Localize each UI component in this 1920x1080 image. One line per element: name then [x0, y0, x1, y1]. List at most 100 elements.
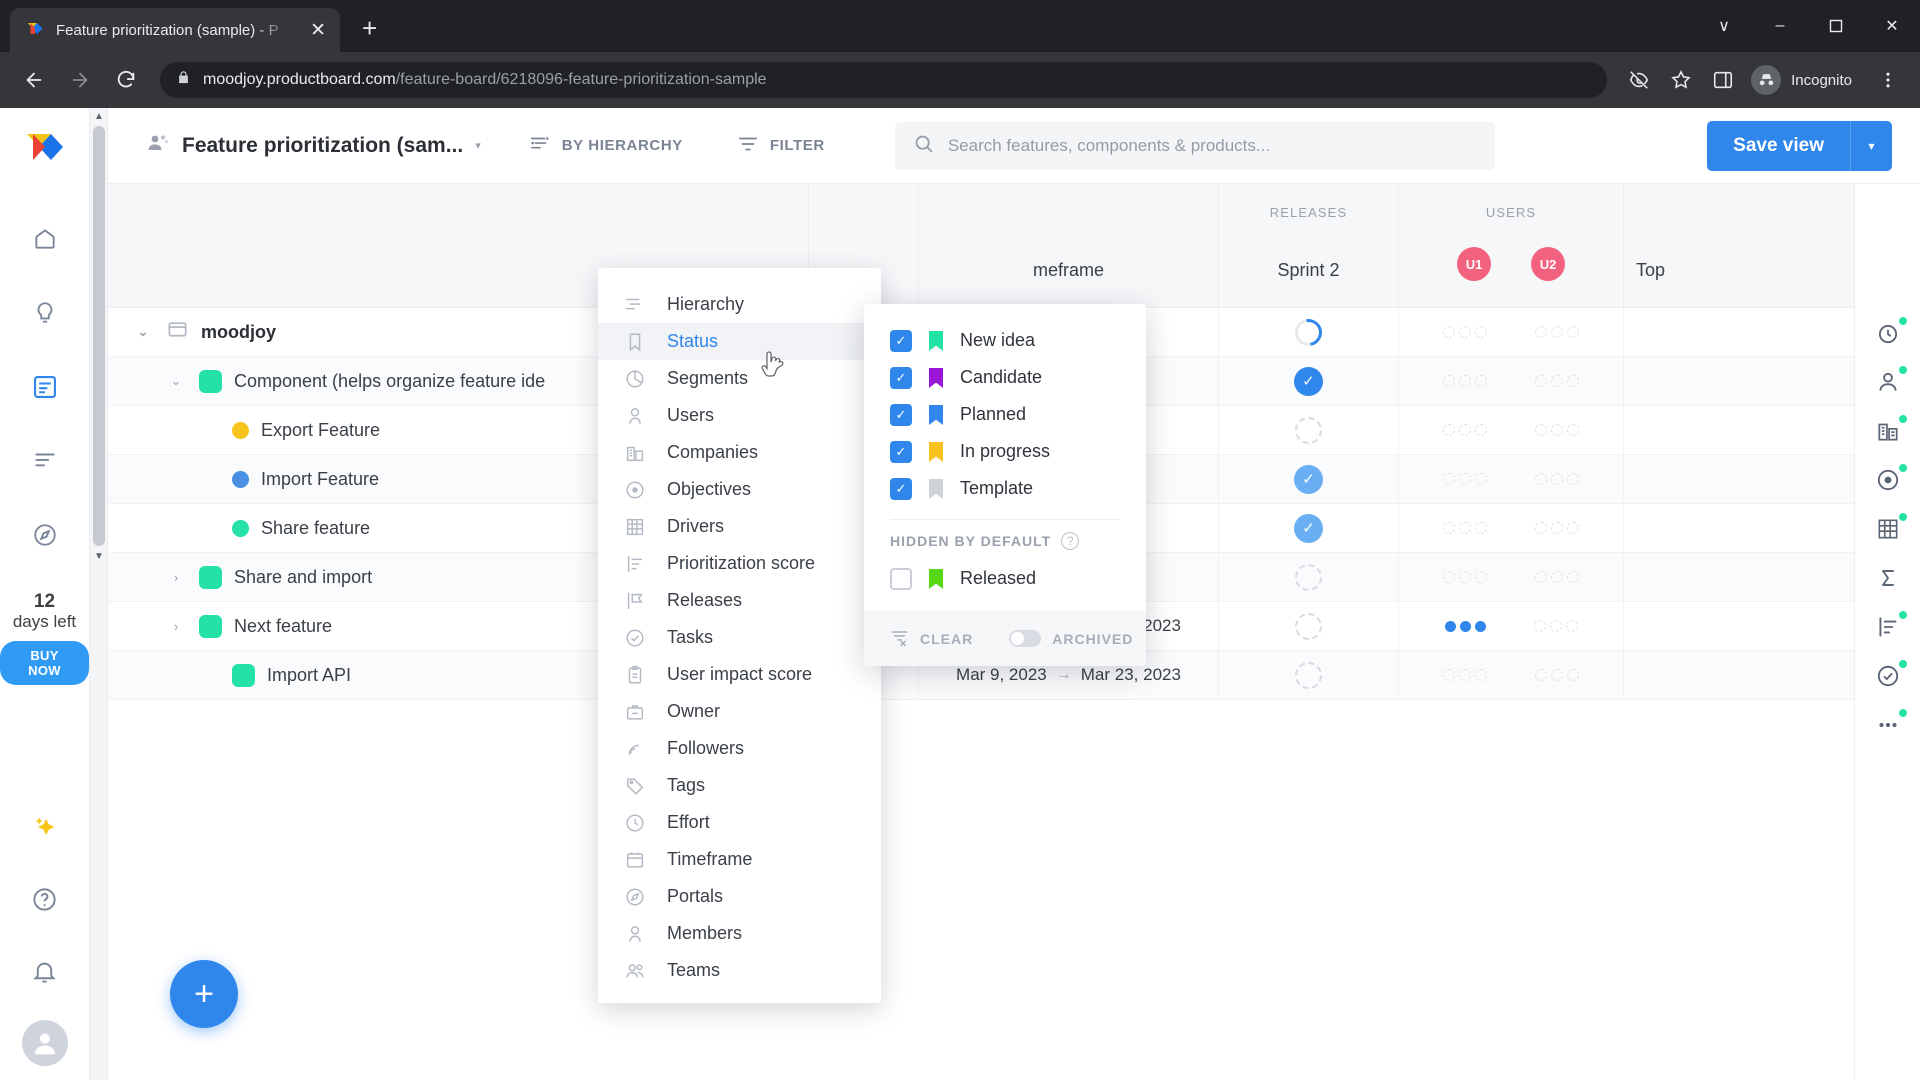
prioritization-score-icon[interactable] [1855, 602, 1920, 651]
side-panel-icon[interactable] [1705, 62, 1741, 98]
close-icon[interactable]: ✕ [306, 17, 330, 44]
bookmark-star-icon[interactable] [1663, 62, 1699, 98]
menu-item-tasks[interactable]: Tasks [598, 619, 881, 656]
menu-item-companies[interactable]: Companies [598, 434, 881, 471]
release-partial-icon[interactable] [1289, 313, 1328, 351]
back-icon[interactable] [14, 60, 54, 100]
maximize-button[interactable] [1808, 0, 1864, 52]
owner-icon[interactable] [1855, 357, 1920, 406]
tasks-icon[interactable] [1855, 651, 1920, 700]
checkbox[interactable]: ✓ [890, 440, 912, 463]
menu-item-objectives[interactable]: Objectives [598, 471, 881, 508]
user-impact-dots[interactable] [1443, 473, 1487, 485]
menu-item-members[interactable]: Members [598, 915, 881, 952]
checkbox[interactable] [890, 567, 912, 590]
menu-item-timeframe[interactable]: Timeframe [598, 841, 881, 878]
cell-release[interactable] [1218, 308, 1398, 356]
sparkle-icon[interactable] [22, 804, 68, 850]
cell-top[interactable] [1623, 602, 1743, 650]
cell-release[interactable] [1218, 406, 1398, 454]
release-empty-icon[interactable] [1295, 563, 1322, 591]
cell-users[interactable] [1398, 406, 1623, 454]
companies-icon[interactable] [1855, 406, 1920, 455]
user-avatar[interactable] [21, 1020, 68, 1066]
menu-item-prioritization-score[interactable]: Prioritization score [598, 545, 881, 582]
cell-users[interactable] [1398, 553, 1623, 601]
menu-item-users[interactable]: Users [598, 397, 881, 434]
chevron-down-icon[interactable]: ⌄ [165, 373, 187, 389]
user-impact-dots[interactable] [1443, 424, 1487, 436]
menu-item-status[interactable]: Status [598, 323, 881, 360]
drivers-icon[interactable] [1855, 504, 1920, 553]
user-impact-dots[interactable] [1443, 522, 1487, 534]
checkbox[interactable]: ✓ [890, 403, 912, 426]
search-box[interactable] [894, 121, 1495, 170]
address-bar[interactable]: moodjoy.productboard.com/feature-board/6… [160, 62, 1608, 98]
status-option-in-progress[interactable]: ✓ In progress [864, 433, 1146, 470]
cell-top[interactable] [1623, 553, 1743, 601]
release-checked-icon[interactable]: ✓ [1294, 366, 1323, 396]
user-impact-dots[interactable] [1444, 620, 1486, 632]
release-checked-icon[interactable]: ✓ [1294, 464, 1323, 494]
scrollbar-thumb[interactable] [93, 126, 105, 546]
effort-icon[interactable] [1855, 308, 1920, 357]
menu-item-user-impact-score[interactable]: User impact score [598, 656, 881, 693]
archived-toggle[interactable] [1009, 630, 1042, 647]
cell-top[interactable] [1623, 357, 1743, 405]
status-option-planned[interactable]: ✓ Planned [864, 396, 1146, 433]
profile-incognito-button[interactable]: Incognito [1747, 61, 1864, 99]
save-view-button[interactable]: Save view [1707, 120, 1850, 171]
release-empty-icon[interactable] [1295, 416, 1322, 444]
sum-icon[interactable] [1855, 553, 1920, 602]
user-impact-dots[interactable] [1443, 669, 1487, 681]
release-empty-icon[interactable] [1295, 661, 1322, 689]
menu-item-portals[interactable]: Portals [598, 878, 881, 915]
more-menu-icon[interactable] [1870, 62, 1906, 98]
search-input[interactable] [947, 135, 1477, 156]
filter-button[interactable]: FILTER [723, 124, 839, 168]
cell-users[interactable] [1398, 308, 1623, 356]
cell-top[interactable] [1623, 651, 1743, 699]
cell-users[interactable] [1398, 651, 1623, 699]
sidebar-item-home[interactable] [22, 216, 68, 262]
user-impact-dots[interactable] [1535, 669, 1579, 681]
sidebar-item-features[interactable] [22, 364, 68, 410]
checkbox[interactable]: ✓ [890, 329, 912, 352]
status-option-template[interactable]: ✓ Template [864, 470, 1146, 507]
cell-top[interactable] [1623, 504, 1743, 552]
help-icon[interactable]: ? [1061, 532, 1080, 550]
checkbox[interactable]: ✓ [890, 477, 912, 500]
cell-users[interactable] [1398, 357, 1623, 405]
menu-item-drivers[interactable]: Drivers [598, 508, 881, 545]
menu-item-teams[interactable]: Teams [598, 952, 881, 989]
cell-release[interactable] [1218, 553, 1398, 601]
avatar[interactable]: U1 [1457, 247, 1491, 281]
user-impact-dots[interactable] [1535, 375, 1579, 387]
chevron-down-icon[interactable]: ⌄ [132, 324, 154, 340]
release-checked-icon[interactable]: ✓ [1294, 513, 1323, 543]
group-by-button[interactable]: BY HIERARCHY [515, 124, 697, 168]
chevron-down-icon[interactable]: ∨ [1696, 0, 1752, 52]
cell-top[interactable] [1623, 455, 1743, 503]
clear-button[interactable]: CLEAR [890, 628, 973, 650]
user-impact-dots[interactable] [1443, 326, 1487, 338]
cell-users[interactable] [1398, 504, 1623, 552]
archived-toggle-group[interactable]: ARCHIVED [1009, 630, 1133, 647]
chevron-down-icon[interactable]: ▾ [475, 139, 481, 152]
cell-release[interactable] [1218, 602, 1398, 650]
cell-release[interactable]: ✓ [1218, 504, 1398, 552]
close-window-button[interactable]: ✕ [1864, 0, 1920, 52]
menu-item-tags[interactable]: Tags [598, 767, 881, 804]
cell-users[interactable] [1398, 602, 1623, 650]
status-option-candidate[interactable]: ✓ Candidate [864, 359, 1146, 396]
cell-release[interactable]: ✓ [1218, 357, 1398, 405]
cell-release[interactable]: ✓ [1218, 455, 1398, 503]
menu-item-owner[interactable]: Owner [598, 693, 881, 730]
user-impact-dots[interactable] [1443, 571, 1487, 583]
minimize-button[interactable]: – [1752, 0, 1808, 52]
avatar[interactable]: U2 [1531, 247, 1565, 281]
menu-item-followers[interactable]: Followers [598, 730, 881, 767]
menu-item-effort[interactable]: Effort [598, 804, 881, 841]
eye-off-icon[interactable] [1621, 62, 1657, 98]
notifications-icon[interactable] [22, 948, 68, 994]
